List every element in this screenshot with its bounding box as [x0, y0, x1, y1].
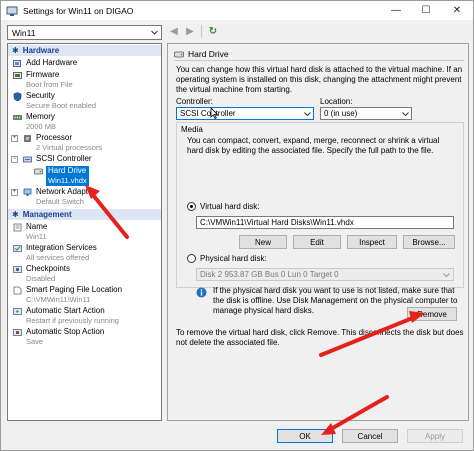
- sidebar-item-auto-stop[interactable]: Automatic Stop Action Save: [8, 327, 161, 347]
- remove-button[interactable]: Remove: [407, 307, 457, 321]
- add-hardware-icon: [13, 60, 21, 67]
- expand-plus-icon[interactable]: +: [11, 135, 18, 142]
- window-title: Settings for Win11 on DIGAO: [23, 5, 134, 16]
- sidebar-item-auto-start[interactable]: Automatic Start Action Restart if previou…: [8, 306, 161, 326]
- controller-select[interactable]: SCSI Controller: [176, 107, 314, 120]
- panel-heading: Hard Drive: [174, 49, 229, 59]
- chevron-down-icon: [402, 112, 409, 117]
- title-bar: Settings for Win11 on DIGAO — ☐ ✕: [1, 1, 473, 20]
- scsi-controller-icon: [23, 156, 32, 163]
- sidebar-item-firmware[interactable]: Firmware Boot from File: [8, 70, 161, 90]
- settings-tree[interactable]: ✱ Hardware Add Hardware Firmware Boot fro…: [7, 43, 162, 421]
- collapse-minus-icon[interactable]: −: [11, 156, 18, 163]
- heading-divider: [174, 60, 464, 61]
- sidebar-item-smart-paging[interactable]: Smart Paging File Location C:\VMWin11\Win…: [8, 285, 161, 305]
- radio-unselected[interactable]: [187, 254, 196, 263]
- media-description: You can compact, convert, expand, merge,…: [187, 136, 440, 155]
- vm-selector[interactable]: Win11: [7, 25, 162, 40]
- sidebar-item-network-adapter[interactable]: + Network Adapter Default Switch: [8, 187, 161, 207]
- settings-window: Settings for Win11 on DIGAO — ☐ ✕ Win11 …: [0, 0, 474, 451]
- info-icon: [196, 287, 207, 298]
- hard-drive-panel: Hard Drive You can change how this virtu…: [167, 43, 469, 421]
- toolbar-divider: [201, 25, 202, 38]
- chevron-down-icon: [443, 273, 450, 278]
- maximize-button[interactable]: ☐: [411, 1, 441, 20]
- radio-selected[interactable]: [187, 202, 196, 211]
- close-button[interactable]: ✕: [441, 1, 473, 20]
- sidebar-item-security[interactable]: Security Secure Boot enabled: [8, 91, 161, 111]
- new-button[interactable]: New: [239, 235, 287, 249]
- memory-icon: [13, 115, 22, 120]
- sidebar-item-add-hardware[interactable]: Add Hardware: [8, 58, 161, 69]
- management-section-header: ✱ Management: [8, 209, 161, 220]
- firmware-icon: [13, 72, 22, 79]
- ok-button[interactable]: OK: [277, 429, 333, 443]
- edit-button[interactable]: Edit: [293, 235, 341, 249]
- attachment-description: You can change how this virtual hard dis…: [176, 65, 463, 94]
- sidebar-item-processor[interactable]: + Processor 2 Virtual processors: [8, 133, 161, 153]
- network-adapter-icon: [23, 188, 32, 196]
- processor-icon: [24, 135, 31, 142]
- refresh-icon[interactable]: ↻: [208, 26, 218, 38]
- forward-arrow-icon[interactable]: ▶: [185, 26, 195, 38]
- sidebar-item-scsi-controller[interactable]: − SCSI Controller: [8, 154, 161, 165]
- cancel-button[interactable]: Cancel: [342, 429, 398, 443]
- physical-disk-radio[interactable]: Physical hard disk:: [187, 254, 267, 263]
- nav-buttons: ◀ ▶ ↻: [169, 25, 218, 38]
- minimize-button[interactable]: —: [381, 1, 411, 20]
- remove-description: To remove the virtual hard disk, click R…: [176, 328, 464, 347]
- physical-disk-select: Disk 2 953.87 GB Bus 0 Lun 0 Target 0: [196, 268, 454, 281]
- auto-stop-icon: [13, 329, 22, 336]
- settings-app-icon: [6, 6, 18, 16]
- chevron-down-icon: [151, 30, 158, 35]
- browse-button[interactable]: Browse...: [403, 235, 455, 249]
- mouse-cursor-icon: [210, 107, 218, 119]
- name-icon: [13, 223, 22, 232]
- collapse-star-icon: ✱: [12, 210, 19, 219]
- checkpoints-icon: [13, 266, 22, 273]
- expand-plus-icon[interactable]: +: [11, 189, 18, 196]
- media-group: Media You can compact, convert, expand, …: [176, 122, 464, 315]
- sidebar-item-name[interactable]: Name Win11: [8, 222, 161, 242]
- auto-start-icon: [13, 308, 22, 315]
- vm-selector-value: Win11: [12, 27, 36, 38]
- hard-drive-icon: [34, 168, 43, 175]
- sidebar-item-hard-drive[interactable]: Hard Drive Win11.vhdx: [8, 166, 161, 186]
- sidebar-item-integration-services[interactable]: Integration Services All services offered: [8, 243, 161, 263]
- vhd-radio[interactable]: Virtual hard disk:: [187, 202, 259, 211]
- paging-file-icon: [13, 286, 22, 295]
- location-select[interactable]: 0 (in use): [320, 107, 412, 120]
- integration-services-icon: [13, 245, 22, 252]
- location-label: Location:: [320, 97, 353, 106]
- sidebar-item-checkpoints[interactable]: Checkpoints Disabled: [8, 264, 161, 284]
- dialog-footer: OK Cancel Apply: [1, 421, 473, 451]
- collapse-star-icon: ✱: [12, 46, 19, 55]
- hardware-section-header: ✱ Hardware: [8, 45, 161, 56]
- sidebar-item-memory[interactable]: Memory 2000 MB: [8, 112, 161, 132]
- hard-drive-icon: [174, 51, 184, 57]
- controller-label: Controller:: [176, 97, 213, 106]
- vhd-path-input[interactable]: C:\VMWin11\Virtual Hard Disks\Win11.vhdx: [196, 216, 454, 229]
- apply-button: Apply: [407, 429, 463, 443]
- back-arrow-icon[interactable]: ◀: [169, 26, 179, 38]
- inspect-button[interactable]: Inspect: [347, 235, 397, 249]
- media-title: Media: [181, 125, 203, 134]
- security-shield-icon: [13, 92, 22, 101]
- chevron-down-icon: [304, 112, 311, 117]
